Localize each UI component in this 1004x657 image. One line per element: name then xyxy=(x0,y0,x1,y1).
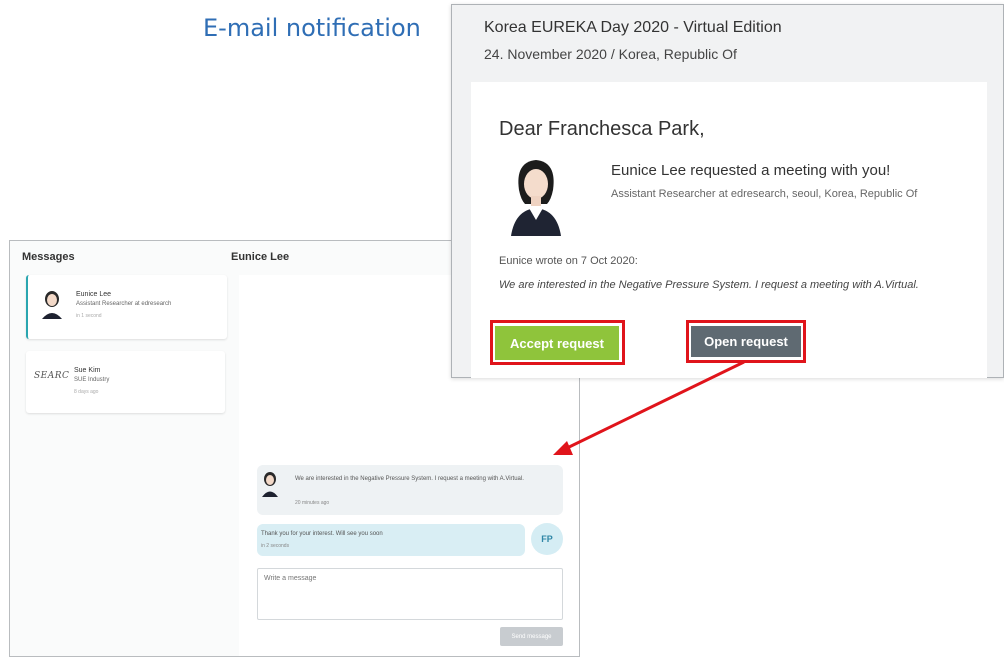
contact-subtitle: SUE Industry xyxy=(74,377,110,383)
accept-request-button[interactable]: Accept request xyxy=(495,326,619,360)
contact-item-eunice-lee[interactable]: Eunice Lee Assistant Researcher at edres… xyxy=(26,275,227,339)
requester-role: Assistant Researcher at edresearch, seou… xyxy=(611,188,918,200)
requester-photo xyxy=(507,154,565,236)
greeting: Dear Franchesca Park, xyxy=(499,118,705,140)
avatar xyxy=(40,289,64,319)
contact-subtitle: Assistant Researcher at edresearch xyxy=(76,301,172,307)
message-text: We are interested in the Negative Pressu… xyxy=(295,476,524,482)
contact-name: Eunice Lee xyxy=(76,291,112,298)
contact-time: in 1 second xyxy=(76,313,102,319)
event-title: Korea EUREKA Day 2020 - Virtual Edition xyxy=(484,19,782,36)
wrote-line: Eunice wrote on 7 Oct 2020: xyxy=(499,255,638,267)
event-date: 24. November 2020 / Korea, Republic Of xyxy=(484,46,737,62)
user-avatar: FP xyxy=(531,523,563,555)
request-text: Eunice Lee requested a meeting with you! xyxy=(611,162,891,179)
message-time: 20 minutes ago xyxy=(295,500,330,506)
contact-item-sue-kim[interactable]: SEARC Sue Kim SUE Industry 8 days ago xyxy=(26,351,225,413)
open-request-button[interactable]: Open request xyxy=(691,326,801,357)
contact-time: 8 days ago xyxy=(74,389,99,395)
caption: E-mail notification xyxy=(203,14,421,42)
request-quote: We are interested in the Negative Pressu… xyxy=(499,279,919,291)
incoming-message: We are interested in the Negative Pressu… xyxy=(257,465,563,515)
message-text: Thank you for your interest. Will see yo… xyxy=(261,531,383,537)
company-logo: SEARC xyxy=(34,371,70,381)
send-message-button[interactable]: Send message xyxy=(500,627,563,646)
outgoing-message: Thank you for your interest. Will see yo… xyxy=(257,524,525,556)
message-input[interactable] xyxy=(257,568,563,620)
contact-name: Sue Kim xyxy=(74,367,101,374)
message-time: in 2 seconds xyxy=(261,543,290,549)
chat-header: Eunice Lee xyxy=(231,251,290,263)
avatar xyxy=(261,471,279,497)
messages-header: Messages xyxy=(22,251,75,263)
